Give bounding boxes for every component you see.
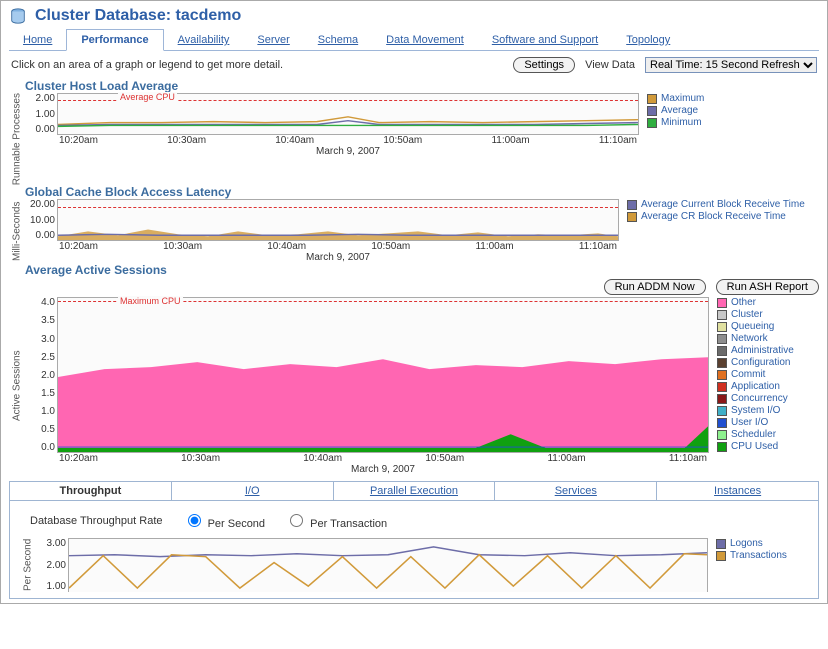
legend-swatch-icon	[717, 322, 727, 332]
legend-concurrency[interactable]: Concurrency	[731, 393, 788, 404]
legend-application[interactable]: Application	[731, 381, 780, 392]
chart-a-yticks: 2.001.000.00	[25, 93, 57, 135]
legend-administrative[interactable]: Administrative	[731, 345, 794, 356]
tab-topology[interactable]: Topology	[612, 30, 684, 50]
legend-swatch-icon	[717, 346, 727, 356]
chart-a-threshold-label: Average CPU	[118, 92, 177, 102]
view-data-select[interactable]: Real Time: 15 Second Refresh	[645, 57, 817, 73]
throughput-yticks: 3.002.001.00	[36, 538, 68, 592]
legend-commit[interactable]: Commit	[731, 369, 765, 380]
tab-software-support[interactable]: Software and Support	[478, 30, 612, 50]
sub-tab-strip: Throughput I/O Parallel Execution Servic…	[9, 481, 819, 501]
sub-tab-parallel[interactable]: Parallel Execution	[333, 482, 495, 501]
throughput-panel: Database Throughput Rate Per Second Per …	[9, 501, 819, 599]
legend-swatch-icon	[717, 334, 727, 344]
legend-transactions[interactable]: Transactions	[730, 550, 787, 561]
sub-tab-throughput[interactable]: Throughput	[10, 482, 172, 501]
legend-system-io[interactable]: System I/O	[731, 405, 780, 416]
legend-network[interactable]: Network	[731, 333, 768, 344]
tab-performance[interactable]: Performance	[66, 29, 163, 51]
settings-button[interactable]: Settings	[513, 57, 575, 73]
chart-c-title: Average Active Sessions	[9, 263, 819, 277]
legend-swatch-icon	[717, 382, 727, 392]
run-addm-button[interactable]: Run ADDM Now	[604, 279, 706, 295]
legend-swatch-icon	[717, 298, 727, 308]
instruction-text: Click on an area of a graph or legend to…	[11, 59, 283, 71]
legend-swatch-icon	[627, 200, 637, 210]
sub-tab-io[interactable]: I/O	[171, 482, 333, 501]
chart-b-threshold	[58, 207, 618, 208]
legend-user-io[interactable]: User I/O	[731, 417, 768, 428]
legend-swatch-icon	[717, 394, 727, 404]
tab-availability[interactable]: Availability	[164, 30, 244, 50]
legend-queueing[interactable]: Queueing	[731, 321, 774, 332]
chart-a-ylabel: Runnable Processes	[9, 93, 25, 185]
tab-data-movement[interactable]: Data Movement	[372, 30, 478, 50]
legend-cr-block[interactable]: Average CR Block Receive Time	[641, 211, 786, 222]
legend-configuration[interactable]: Configuration	[731, 357, 790, 368]
legend-swatch-icon	[716, 551, 726, 561]
legend-swatch-icon	[717, 406, 727, 416]
radio-per-transaction[interactable]: Per Transaction	[285, 511, 387, 530]
sub-tab-services[interactable]: Services	[495, 482, 657, 501]
chart-c-plot[interactable]: Maximum CPU	[57, 297, 709, 453]
main-tab-strip: Home Performance Availability Server Sch…	[9, 29, 819, 51]
throughput-label: Database Throughput Rate	[30, 515, 163, 527]
chart-c-legend: Other Cluster Queueing Network Administr…	[709, 297, 819, 453]
database-icon	[9, 7, 27, 25]
tab-schema[interactable]: Schema	[304, 30, 372, 50]
chart-a-plot[interactable]: Average CPU	[57, 93, 639, 135]
chart-a-title: Cluster Host Load Average	[9, 79, 819, 93]
page-header: Cluster Database: tacdemo	[9, 5, 819, 29]
legend-maximum[interactable]: Maximum	[661, 93, 704, 104]
legend-swatch-icon	[647, 94, 657, 104]
chart-a-xaxis: 10:20am10:30am10:40am10:50am11:00am11:10…	[57, 135, 639, 146]
toolbar: Click on an area of a graph or legend to…	[9, 51, 819, 79]
legend-swatch-icon	[647, 106, 657, 116]
legend-swatch-icon	[627, 212, 637, 222]
chart-c-xdate: March 9, 2007	[57, 464, 709, 475]
legend-swatch-icon	[717, 358, 727, 368]
chart-a-xdate: March 9, 2007	[57, 146, 639, 157]
legend-swatch-icon	[717, 418, 727, 428]
tab-server[interactable]: Server	[243, 30, 303, 50]
chart-b-title: Global Cache Block Access Latency	[9, 185, 819, 199]
sub-tab-instances[interactable]: Instances	[657, 482, 819, 501]
legend-logons[interactable]: Logons	[730, 538, 763, 549]
legend-other[interactable]: Other	[731, 297, 756, 308]
run-ash-button[interactable]: Run ASH Report	[716, 279, 819, 295]
legend-swatch-icon	[717, 442, 727, 452]
radio-per-second[interactable]: Per Second	[183, 511, 266, 530]
chart-b-legend: Average Current Block Receive Time Avera…	[619, 199, 819, 241]
legend-swatch-icon	[717, 430, 727, 440]
view-data-label: View Data	[585, 59, 635, 71]
legend-cluster[interactable]: Cluster	[731, 309, 763, 320]
chart-b-xdate: March 9, 2007	[57, 252, 619, 263]
page-title: Cluster Database: tacdemo	[35, 7, 241, 25]
legend-cpu-used[interactable]: CPU Used	[731, 441, 778, 452]
chart-b-ylabel: Milli-Seconds	[9, 199, 25, 263]
throughput-plot[interactable]	[68, 538, 708, 592]
throughput-legend: Logons Transactions	[708, 538, 808, 592]
chart-b-yticks: 20.0010.000.00	[25, 199, 57, 241]
chart-b-xaxis: 10:20am10:30am10:40am10:50am11:00am11:10…	[57, 241, 619, 252]
chart-a-legend: Maximum Average Minimum	[639, 93, 819, 135]
legend-swatch-icon	[716, 539, 726, 549]
legend-minimum[interactable]: Minimum	[661, 117, 702, 128]
chart-c-xaxis: 10:20am10:30am10:40am10:50am11:00am11:10…	[57, 453, 709, 464]
chart-c-threshold-label: Maximum CPU	[118, 296, 183, 306]
chart-c-yticks: 4.03.53.02.52.01.51.00.50.0	[25, 297, 57, 453]
chart-c-ylabel: Active Sessions	[9, 297, 25, 475]
legend-average[interactable]: Average	[661, 105, 698, 116]
chart-b-plot[interactable]	[57, 199, 619, 241]
legend-swatch-icon	[717, 370, 727, 380]
legend-current-block[interactable]: Average Current Block Receive Time	[641, 199, 805, 210]
tab-home[interactable]: Home	[9, 30, 66, 50]
throughput-ylabel: Per Second	[20, 538, 36, 592]
legend-swatch-icon	[647, 118, 657, 128]
legend-swatch-icon	[717, 310, 727, 320]
legend-scheduler[interactable]: Scheduler	[731, 429, 776, 440]
